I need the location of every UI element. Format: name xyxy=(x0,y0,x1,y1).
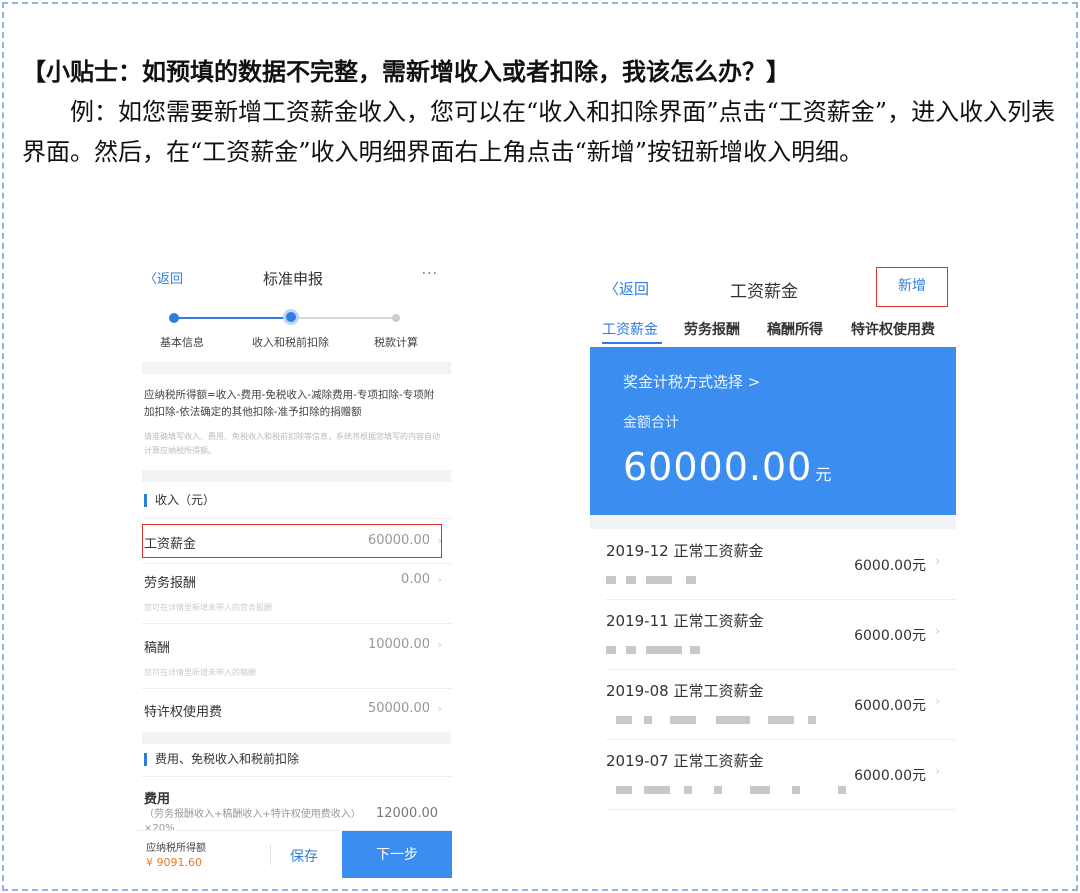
section-gap xyxy=(142,362,451,374)
list-item[interactable]: 2019-08 正常工资薪金 6000.00元 › xyxy=(590,670,956,740)
redacted-text xyxy=(644,786,670,794)
redacted-text xyxy=(644,716,652,724)
more-icon[interactable]: ··· xyxy=(422,266,438,282)
tab-indicator xyxy=(602,342,662,344)
tab-salary[interactable]: 工资薪金 xyxy=(602,319,658,339)
formula-text: 应纳税所得额=收入-费用-免税收入-减除费用-专项扣除-专项附加扣除-依法确定的… xyxy=(144,389,435,418)
redacted-text xyxy=(606,646,616,654)
chevron-left-icon: 〈 xyxy=(604,280,620,298)
redacted-text xyxy=(792,786,800,794)
section-gap xyxy=(142,732,451,744)
phone-salary-list: 〈返回 工资薪金 新增 工资薪金 劳务报酬 稿酬所得 特许权使用费 奖金计税方式… xyxy=(590,262,956,812)
step-dot-pending xyxy=(392,314,400,322)
row-labor-hint: 您可在详情里新增未带入的劳务报酬 xyxy=(144,603,272,612)
redacted-text xyxy=(686,576,696,584)
chevron-right-icon: › xyxy=(437,638,442,651)
redacted-text xyxy=(646,576,672,584)
list-item[interactable]: 2019-07 正常工资薪金 6000.00元 › xyxy=(590,740,956,810)
redacted-text xyxy=(838,786,846,794)
divider xyxy=(270,845,271,865)
hint-text: 请准确填写收入、费用、免税收入和税前扣除等信息，系统将根据您填写的内容自动计算应… xyxy=(144,432,440,455)
row-franchise[interactable]: 特许权使用费 50000.00 › xyxy=(144,701,442,721)
redacted-text xyxy=(616,786,632,794)
chevron-right-icon: › xyxy=(437,702,442,715)
divider xyxy=(606,809,956,810)
bonus-method-link[interactable]: 奖金计税方式选择 > xyxy=(623,371,760,392)
section-gap xyxy=(142,470,451,482)
back-button[interactable]: 〈返回 xyxy=(604,278,649,299)
sum-amount: 60000.00 元 xyxy=(623,445,832,489)
fee-section-title: 费用、免税收入和税前扣除 xyxy=(144,753,299,766)
add-button[interactable]: 新增 xyxy=(876,267,948,307)
redacted-text xyxy=(684,786,692,794)
summary-banner: 奖金计税方式选择 > 金额合计 60000.00 元 xyxy=(590,347,956,515)
row-royalty-hint: 您可在详情里新增未带入的稿酬 xyxy=(144,668,256,677)
phone-standard-declaration: 〈返回 标准申报 ··· 基本信息 收入和税前扣除 税款计算 应纳税所得额=收入… xyxy=(134,256,452,878)
redacted-text xyxy=(670,716,696,724)
redacted-text xyxy=(626,646,636,654)
divider xyxy=(142,563,452,564)
redacted-text xyxy=(714,786,722,794)
divider xyxy=(142,688,452,689)
taxable-income-value: ¥ 9091.60 xyxy=(146,856,202,869)
sum-label: 金额合计 xyxy=(623,415,679,431)
redacted-text xyxy=(646,646,682,654)
divider xyxy=(142,776,452,777)
step-income-deduction: 收入和税前扣除 xyxy=(252,336,329,349)
page-title: 标准申报 xyxy=(262,270,323,288)
tab-franchise[interactable]: 特许权使用费 xyxy=(851,319,935,339)
stepper-progress xyxy=(174,317,292,319)
redacted-text xyxy=(690,646,700,654)
chevron-right-icon: › xyxy=(935,554,940,568)
highlight-box xyxy=(142,524,442,558)
income-section-title: 收入（元） xyxy=(144,494,215,507)
tip-title: 【小贴士：如预填的数据不完整，需新增收入或者扣除，我该怎么办？】 xyxy=(22,57,790,86)
redacted-text xyxy=(716,716,750,724)
next-step-button[interactable]: 下一步 xyxy=(342,831,452,878)
sum-unit: 元 xyxy=(815,465,832,484)
tab-labor[interactable]: 劳务报酬 xyxy=(684,319,740,339)
chevron-right-icon: › xyxy=(935,694,940,708)
redacted-text xyxy=(768,716,794,724)
tip-body: 例：如您需要新增工资薪金收入，您可以在“收入和扣除界面”点击“工资薪金”，进入收… xyxy=(22,98,1056,166)
tab-manuscript[interactable]: 稿酬所得 xyxy=(767,319,823,339)
nav-bar: 〈返回 标准申报 ··· xyxy=(134,256,452,296)
list-item[interactable]: 2019-12 正常工资薪金 6000.00元 › xyxy=(590,530,956,600)
step-dot-done xyxy=(169,313,179,323)
redacted-text xyxy=(626,576,636,584)
redacted-text xyxy=(750,786,770,794)
list-item[interactable]: 2019-11 正常工资薪金 6000.00元 › xyxy=(590,600,956,670)
redacted-text xyxy=(616,716,632,724)
chevron-right-icon: › xyxy=(935,764,940,778)
redacted-text xyxy=(606,576,616,584)
divider xyxy=(142,518,452,519)
fee-value: 12000.00 xyxy=(375,806,438,821)
chevron-right-icon: › xyxy=(935,624,940,638)
page-title: 工资薪金 xyxy=(730,282,798,302)
divider xyxy=(142,623,452,624)
taxable-income-label: 应纳税所得额 xyxy=(146,843,206,854)
step-basic-info: 基本信息 xyxy=(160,336,204,349)
step-dot-current xyxy=(283,309,299,325)
row-royalty-manuscript[interactable]: 稿酬 10000.00 › xyxy=(144,637,442,657)
tip-text: 【小贴士：如预填的数据不完整，需新增收入或者扣除，我该怎么办？】 例：如您需要新… xyxy=(22,52,1067,172)
row-fee-label: 费用 xyxy=(144,792,171,807)
step-tax-calc: 税款计算 xyxy=(374,336,418,349)
bottom-bar: 应纳税所得额 ¥ 9091.60 保存 下一步 xyxy=(134,830,452,878)
chevron-right-icon: › xyxy=(437,573,442,586)
section-gap xyxy=(590,515,956,529)
redacted-text xyxy=(808,716,816,724)
save-button[interactable]: 保存 xyxy=(290,846,318,866)
row-labor[interactable]: 劳务报酬 0.00 › xyxy=(144,572,442,592)
